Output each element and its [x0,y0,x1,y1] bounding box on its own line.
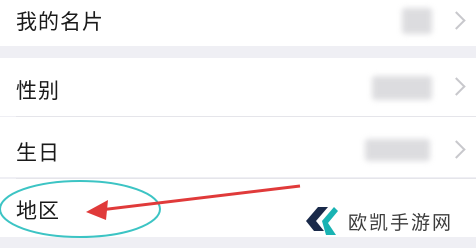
watermark-text: 欧凯手游网 [348,211,454,234]
highlight-ellipse [0,180,161,238]
pointer-arrowhead [86,200,108,220]
pointer-arrow-line [99,184,301,212]
watermark: 欧凯手游网 [300,200,470,242]
watermark-logo-icon [306,207,338,235]
